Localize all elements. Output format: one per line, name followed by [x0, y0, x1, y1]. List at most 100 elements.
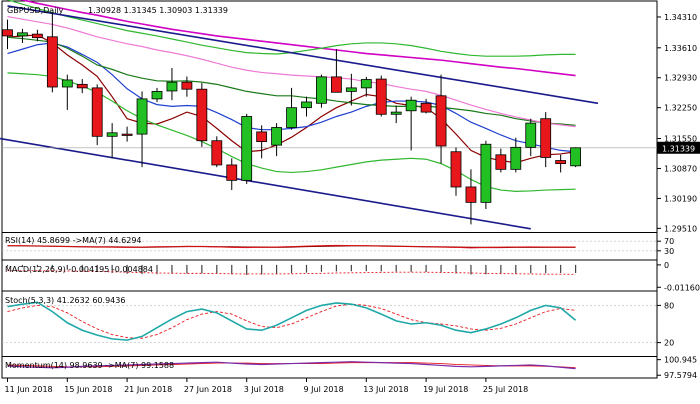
candle-body	[241, 116, 253, 181]
candle	[450, 147, 462, 196]
candle	[226, 158, 238, 191]
y-tick-label: 1.30870	[664, 164, 697, 173]
candle-body	[32, 33, 43, 39]
candle-body	[61, 79, 73, 88]
macd-bar	[410, 264, 412, 272]
macd-bar	[440, 264, 442, 273]
x-tick-label: 27 Jun 2018	[184, 385, 232, 394]
candle-body	[510, 146, 522, 170]
candle-body	[181, 81, 193, 90]
candle-body	[136, 98, 148, 135]
candle	[420, 98, 432, 114]
candle	[286, 87, 297, 130]
candle	[271, 123, 283, 157]
x-tick-label: 21 Jun 2018	[124, 385, 172, 394]
ohlc-readout: 1.30928 1.31345 1.30903 1.31339	[88, 6, 228, 15]
candle-body	[151, 90, 163, 100]
stochastic-pane	[2, 301, 657, 343]
candle-body	[540, 118, 552, 158]
macd-bar	[186, 264, 188, 274]
candle	[435, 74, 447, 164]
macd-bar	[530, 264, 532, 274]
candle	[61, 74, 73, 110]
candle-body	[360, 79, 372, 89]
y-tick-label: 1.32930	[664, 74, 697, 83]
candle	[510, 137, 522, 173]
candle	[540, 112, 552, 168]
macd-bar	[380, 264, 382, 272]
candle-body	[211, 140, 223, 166]
rsi-label: RSI(14) 45.8699 ->MA(7) 44.6294	[5, 236, 142, 245]
macd-bar	[560, 264, 562, 273]
y-tick-label: 20	[664, 339, 674, 348]
candle-body	[390, 111, 402, 115]
macd-bar	[470, 264, 472, 275]
candle	[570, 147, 581, 168]
candle-body	[271, 127, 283, 146]
candle-body	[76, 83, 88, 89]
candle-body	[495, 154, 507, 170]
macd-bar	[575, 264, 577, 273]
candle-body	[435, 95, 447, 147]
macd-bar	[246, 264, 248, 275]
candle-body	[375, 78, 387, 115]
candle	[360, 76, 372, 97]
candle	[495, 148, 507, 173]
candle-body	[525, 122, 537, 148]
candle-body	[570, 147, 581, 167]
candle-body	[17, 32, 28, 37]
candle	[330, 49, 342, 93]
x-tick-label: 25 Jul 2018	[483, 385, 528, 394]
y-tick-label: 30	[664, 247, 674, 256]
candle-body	[301, 101, 312, 109]
y-tick-label: 1.33610	[664, 44, 697, 53]
candle	[166, 68, 178, 101]
stoch-k-line	[7, 301, 577, 341]
candle	[2, 19, 13, 50]
macd-bar	[335, 264, 337, 272]
chart-svg: 1.343101.336101.329301.322501.315501.308…	[0, 0, 700, 394]
candle	[301, 96, 312, 117]
candle	[106, 123, 118, 159]
y-tick-label: -0.011603	[664, 283, 700, 292]
y-tick-label: 100.945	[664, 356, 697, 365]
macd-bar	[276, 264, 278, 274]
candle-body	[330, 76, 342, 93]
macd-bar	[201, 264, 203, 274]
macd-bar	[216, 264, 218, 274]
candle-body	[420, 102, 432, 113]
macd-bar	[261, 264, 263, 275]
y-tick-label: 1.30190	[664, 194, 697, 203]
momentum-label: Momentum(14) 98.9639 ->MA(7) 99.1588	[5, 361, 174, 370]
candle-body	[480, 143, 492, 203]
candle-body	[91, 87, 103, 137]
candle	[480, 140, 492, 209]
macd-bar	[395, 264, 397, 272]
y-tick-label: 1.29510	[664, 224, 697, 233]
candle	[76, 79, 88, 94]
candle	[181, 76, 193, 97]
candle-body	[46, 36, 58, 88]
stoch-label: Stoch(5,3,3) 41.2632 60.9436	[5, 296, 125, 305]
candle-body	[345, 87, 357, 92]
x-tick-label: 13 Jul 2018	[363, 385, 408, 394]
candle	[136, 91, 148, 168]
macd-bar	[320, 264, 323, 272]
candle	[91, 84, 103, 146]
macd-bar	[365, 264, 367, 272]
candle-body	[121, 133, 133, 136]
candle	[316, 74, 327, 108]
candle	[390, 105, 402, 124]
candle	[17, 28, 28, 43]
candle-body	[286, 107, 297, 128]
candle-body	[196, 88, 208, 142]
macd-bar	[485, 264, 487, 275]
macd-bar	[425, 264, 427, 273]
candle	[196, 83, 208, 147]
x-tick-label: 9 Jul 2018	[304, 385, 344, 394]
candle	[555, 154, 567, 173]
candle	[211, 136, 223, 168]
y-tick-label: 70	[664, 237, 674, 246]
candle	[525, 118, 537, 157]
last-price-label: 1.31339	[662, 144, 695, 153]
